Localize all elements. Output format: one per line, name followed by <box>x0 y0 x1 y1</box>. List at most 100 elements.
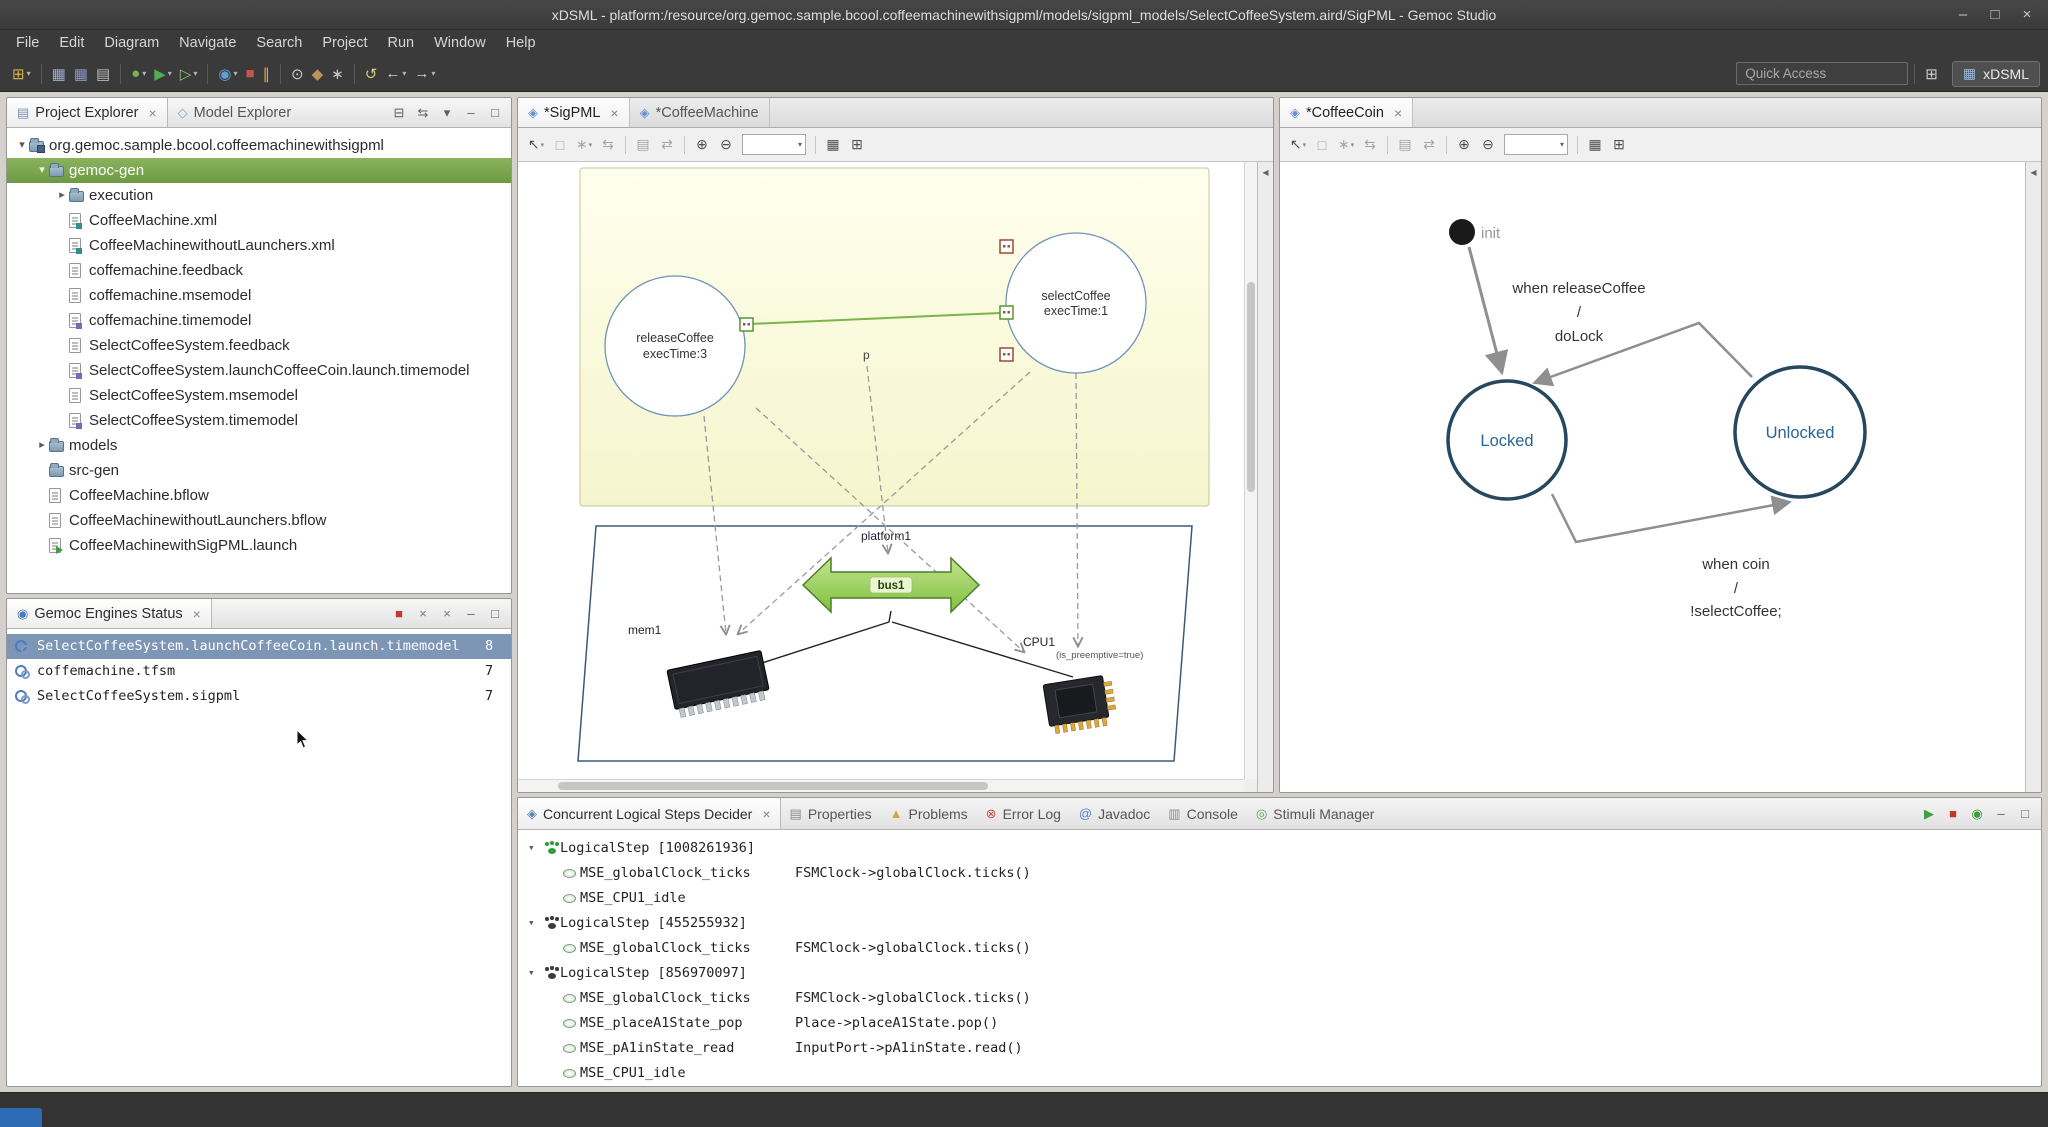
transition-init-locked[interactable] <box>1469 247 1502 373</box>
back-icon[interactable]: ←▾ <box>382 61 409 87</box>
tab-javadoc[interactable]: @Javadoc <box>1070 798 1159 829</box>
close-icon[interactable]: × <box>193 606 201 622</box>
tree-item-coffeemachinewithoutlaunchers-xml[interactable]: CoffeeMachinewithoutLaunchers.xml <box>7 233 511 258</box>
sigpml-canvas[interactable]: platform1 p releaseCoffee execTime:3 sel… <box>518 162 1244 779</box>
logical-step-row[interactable]: ▾LogicalStep [856970097] <box>518 961 2041 986</box>
tree-item-org-gemoc-sample-bcool-coffeemachinewithsigpml[interactable]: ▾org.gemoc.sample.bcool.coffeemachinewit… <box>7 133 511 158</box>
marquee-zoom-icon[interactable]: □ <box>549 134 571 156</box>
forward-icon[interactable]: →▾ <box>411 61 438 87</box>
scrollbar-thumb[interactable] <box>558 782 988 790</box>
external-tools-icon[interactable]: ▷▾ <box>177 61 201 87</box>
mse-row[interactable]: MSE_CPU1_idle <box>518 886 2041 911</box>
tree-item-src-gen[interactable]: src-gen <box>7 458 511 483</box>
expand-arrow[interactable]: ▸ <box>35 438 49 451</box>
tree-item-coffeemachinewithsigpml-launch[interactable]: CoffeeMachinewithSigPML.launch <box>7 533 511 558</box>
minimize-icon[interactable]: – <box>460 102 482 124</box>
maximize-button[interactable]: □ <box>1986 6 2004 23</box>
mark-occurrences-icon[interactable]: ∗ <box>328 61 347 87</box>
menu-file[interactable]: File <box>6 30 49 56</box>
tab-problems[interactable]: ▲Problems <box>881 798 977 829</box>
tree-item-coffemachine-feedback[interactable]: coffemachine.feedback <box>7 258 511 283</box>
tab-decider[interactable]: ◈Concurrent Logical Steps Decider× <box>518 798 781 829</box>
maximize-icon[interactable]: □ <box>2014 803 2036 825</box>
open-element-icon[interactable]: ◆ <box>309 61 327 87</box>
debug-icon[interactable]: ●▾ <box>128 61 149 87</box>
port-selectcoffee-bottom[interactable] <box>1000 348 1013 361</box>
mse-row[interactable]: MSE_globalClock_ticksFSMClock->globalClo… <box>518 936 2041 961</box>
save-all-icon[interactable]: ▦ <box>71 61 91 87</box>
export-diagram-icon[interactable]: ▦ <box>1584 134 1606 156</box>
hide-decorations-icon[interactable]: ▤ <box>632 134 654 156</box>
tab-properties[interactable]: ▤Properties <box>781 798 881 829</box>
stop-engine-icon[interactable]: ■ <box>388 603 410 625</box>
pause-icon[interactable]: ∥ <box>260 61 274 87</box>
dispose-engine-icon[interactable]: × <box>412 603 434 625</box>
terminate-icon[interactable]: ■ <box>1942 803 1964 825</box>
minimize-icon[interactable]: – <box>1990 803 2012 825</box>
engine-row[interactable]: SelectCoffeeSystem.sigpml7 <box>7 684 511 709</box>
mse-row[interactable]: MSE_placeA1State_popPlace->placeA1State.… <box>518 1011 2041 1036</box>
marquee-zoom-icon[interactable]: □ <box>1311 134 1333 156</box>
cpu-chip[interactable] <box>1043 674 1118 734</box>
actor-releasecoffee-node[interactable] <box>605 276 745 416</box>
platform-container[interactable] <box>578 526 1192 761</box>
port-selectcoffee-in[interactable] <box>1000 306 1013 319</box>
expand-arrow[interactable]: ▾ <box>528 841 535 854</box>
engine-status-icon[interactable]: ◉ <box>1966 803 1988 825</box>
menu-run[interactable]: Run <box>378 30 425 56</box>
new-wizard-icon[interactable]: ⊞▾ <box>9 61 34 87</box>
print-icon[interactable]: ▤ <box>93 61 113 87</box>
link-editor-icon[interactable]: ⇆ <box>412 102 434 124</box>
show-connectors-icon[interactable]: ⇄ <box>1418 134 1440 156</box>
collapse-all-icon[interactable]: ⊟ <box>388 102 410 124</box>
tree-item-models[interactable]: ▸models <box>7 433 511 458</box>
engine-row[interactable]: SelectCoffeeSystem.launchCoffeeCoin.laun… <box>7 634 511 659</box>
stop-icon[interactable]: ■ <box>242 61 257 87</box>
tree-item-execution[interactable]: ▸execution <box>7 183 511 208</box>
minimize-button[interactable]: – <box>1954 6 1972 23</box>
maximize-icon[interactable]: □ <box>484 102 506 124</box>
open-perspective-icon[interactable]: ⊞ <box>1922 61 1941 87</box>
close-button[interactable]: × <box>2018 6 2036 23</box>
menu-window[interactable]: Window <box>424 30 496 56</box>
tree-item-coffeemachine-bflow[interactable]: CoffeeMachine.bflow <box>7 483 511 508</box>
menu-edit[interactable]: Edit <box>49 30 94 56</box>
tree-item-selectcoffeesystem-timemodel[interactable]: SelectCoffeeSystem.timemodel <box>7 408 511 433</box>
port-releasecoffee-out[interactable] <box>740 318 753 331</box>
tab-error-log[interactable]: ⊗Error Log <box>977 798 1070 829</box>
tab-model-explorer[interactable]: ◇Model Explorer <box>168 98 302 127</box>
perspective-button-xdsml[interactable]: ▦ xDSML <box>1952 61 2040 87</box>
zoom-out-icon[interactable]: ⊖ <box>715 134 737 156</box>
expand-arrow[interactable]: ▸ <box>55 188 69 201</box>
arrange-icon[interactable]: ∗▾ <box>1335 134 1357 156</box>
tree-item-coffemachine-msemodel[interactable]: coffemachine.msemodel <box>7 283 511 308</box>
mse-row[interactable]: MSE_pA1inState_readInputPort->pA1inState… <box>518 1036 2041 1061</box>
quick-access-input[interactable] <box>1736 62 1908 85</box>
expand-arrow[interactable]: ▾ <box>528 916 535 929</box>
expand-arrow[interactable]: ▾ <box>15 138 29 151</box>
remove-all-engines-icon[interactable]: × <box>436 603 458 625</box>
zoom-in-icon[interactable]: ⊕ <box>691 134 713 156</box>
close-icon[interactable]: × <box>148 105 156 121</box>
init-state[interactable] <box>1449 219 1475 245</box>
menu-search[interactable]: Search <box>246 30 312 56</box>
tab-stimuli-manager[interactable]: ◎Stimuli Manager <box>1247 798 1384 829</box>
logical-step-row[interactable]: ▾LogicalStep [1008261936] <box>518 836 2041 861</box>
save-icon[interactable]: ▦ <box>49 61 69 87</box>
tree-item-coffeemachine-xml[interactable]: CoffeeMachine.xml <box>7 208 511 233</box>
mse-row[interactable]: MSE_CPU1_idle <box>518 1061 2041 1086</box>
run-icon[interactable]: ▶▾ <box>151 61 175 87</box>
zoom-combo[interactable]: ▾ <box>1504 134 1568 155</box>
menu-help[interactable]: Help <box>496 30 546 56</box>
zoom-out-icon[interactable]: ⊖ <box>1477 134 1499 156</box>
tab-coffeemachine[interactable]: ◈*CoffeeMachine <box>630 98 770 127</box>
tab-gemoc-engines-status[interactable]: ◉Gemoc Engines Status× <box>7 599 212 628</box>
expand-arrow[interactable]: ▾ <box>35 163 49 176</box>
zoom-in-icon[interactable]: ⊕ <box>1453 134 1475 156</box>
tree-item-selectcoffeesystem-msemodel[interactable]: SelectCoffeeSystem.msemodel <box>7 383 511 408</box>
layers-icon[interactable]: ⊞ <box>846 134 868 156</box>
palette-expand-icon[interactable]: ◀ <box>2030 168 2036 177</box>
expand-arrow[interactable]: ▾ <box>528 966 535 979</box>
view-menu-icon[interactable]: ▾ <box>436 102 458 124</box>
logical-step-row[interactable]: ▾LogicalStep [455255932] <box>518 911 2041 936</box>
